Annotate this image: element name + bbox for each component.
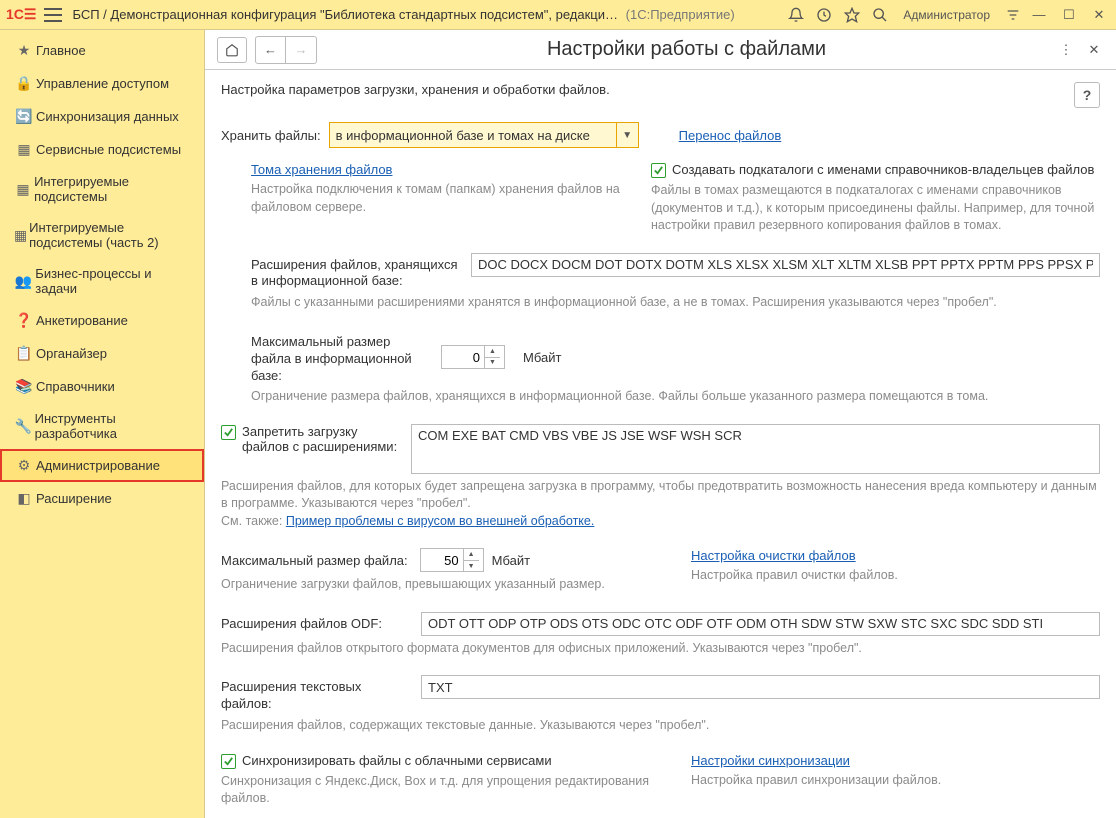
page-subtitle: Настройка параметров загрузки, хранения …	[221, 82, 610, 97]
titlebar: 1C☰ БСП / Демонстрационная конфигурация …	[0, 0, 1116, 30]
people-icon: 👥	[12, 273, 35, 290]
maxsize-ib-hint: Ограничение размера файлов, хранящихся в…	[221, 388, 1100, 406]
sync-settings-hint: Настройка правил синхронизации файлов.	[691, 772, 1100, 790]
ext-input[interactable]	[471, 253, 1100, 277]
books-icon: 📚	[12, 378, 36, 395]
user-label[interactable]: Администратор	[903, 8, 990, 22]
spinner-up[interactable]: ▲	[485, 346, 500, 358]
deny-checkbox-label: Запретить загрузку файлов с расширениями…	[242, 424, 401, 454]
odf-hint: Расширения файлов открытого формата доку…	[221, 640, 1100, 658]
sidebar-item-sync[interactable]: 🔄Синхронизация данных	[0, 100, 204, 133]
store-combo-input[interactable]	[330, 128, 616, 143]
sidebar-item-survey[interactable]: ❓Анкетирование	[0, 304, 204, 337]
back-button[interactable]: ←	[256, 37, 286, 63]
sidebar-item-main[interactable]: ★Главное	[0, 34, 204, 67]
lock-icon: 🔒	[12, 75, 36, 92]
more-button[interactable]: ⋮	[1056, 40, 1076, 60]
sidebar: ★Главное 🔒Управление доступом 🔄Синхрониз…	[0, 30, 205, 818]
spinner-down[interactable]: ▼	[485, 358, 500, 369]
sidebar-item-access[interactable]: 🔒Управление доступом	[0, 67, 204, 100]
grid-icon: ▦	[12, 141, 36, 158]
cleanup-link[interactable]: Настройка очистки файлов	[691, 548, 856, 563]
ext-label: Расширения файлов, хранящихся в информац…	[251, 253, 461, 291]
logo-1c: 1C☰	[6, 6, 36, 23]
star-icon: ★	[12, 42, 36, 59]
content-area: ← → Настройки работы с файлами ⋮ ✕ Настр…	[205, 30, 1116, 818]
txt-label: Расширения текстовых файлов:	[221, 675, 411, 713]
sync-settings-link[interactable]: Настройки синхронизации	[691, 753, 850, 768]
cleanup-hint: Настройка правил очистки файлов.	[691, 567, 1100, 585]
sync-checkbox-label: Синхронизировать файлы с облачными серви…	[242, 753, 552, 768]
chevron-down-icon[interactable]: ▼	[616, 123, 638, 147]
nav-back-forward: ← →	[255, 36, 317, 64]
volumes-link[interactable]: Тома хранения файлов	[251, 162, 392, 177]
maxsize-input[interactable]	[421, 553, 463, 568]
maxsize-ib-spinner[interactable]: ▲▼	[441, 345, 505, 369]
home-button[interactable]	[217, 37, 247, 63]
page-title: Настройки работы с файлами	[325, 38, 1048, 61]
sidebar-item-integrated2[interactable]: ▦Интегрируемые подсистемы (часть 2)	[0, 212, 204, 258]
maxsize-spinner[interactable]: ▲▼	[420, 548, 484, 572]
sidebar-item-admin[interactable]: ⚙Администрирование	[0, 449, 204, 482]
gear-icon: ⚙	[12, 457, 36, 474]
virus-link[interactable]: Пример проблемы с вирусом во внешней обр…	[286, 514, 595, 528]
title-icons: Администратор	[787, 6, 1022, 24]
sidebar-item-extension[interactable]: ◧Расширение	[0, 482, 204, 515]
store-combo[interactable]: ▼	[329, 122, 639, 148]
list-icon: 📋	[12, 345, 36, 362]
close-panel-button[interactable]: ✕	[1084, 40, 1104, 60]
sidebar-item-integrated[interactable]: ▦Интегрируемые подсистемы	[0, 166, 204, 212]
bell-icon[interactable]	[787, 6, 805, 24]
odf-input[interactable]	[421, 612, 1100, 636]
help-button[interactable]: ?	[1074, 82, 1100, 108]
deny-input[interactable]	[411, 424, 1100, 474]
filter-icon[interactable]	[1004, 6, 1022, 24]
content-header: ← → Настройки работы с файлами ⋮ ✕	[205, 30, 1116, 70]
sidebar-item-refs[interactable]: 📚Справочники	[0, 370, 204, 403]
subfolders-checkbox[interactable]	[651, 163, 666, 178]
unit-label: Мбайт	[492, 553, 530, 568]
sidebar-item-organizer[interactable]: 📋Органайзер	[0, 337, 204, 370]
store-label: Хранить файлы:	[221, 128, 321, 143]
history-icon[interactable]	[815, 6, 833, 24]
deny-checkbox[interactable]	[221, 425, 236, 440]
subfolders-checkbox-label: Создавать подкаталоги с именами справочн…	[672, 162, 1094, 177]
panel-icon: ◧	[12, 490, 36, 507]
subfolders-hint: Файлы в томах размещаются в подкаталогах…	[651, 182, 1100, 235]
sidebar-item-service[interactable]: ▦Сервисные подсистемы	[0, 133, 204, 166]
grid-icon: ▦	[12, 227, 29, 244]
transfer-link[interactable]: Перенос файлов	[679, 128, 782, 143]
menu-button[interactable]	[44, 8, 62, 22]
forward-button[interactable]: →	[286, 37, 316, 63]
close-window-button[interactable]: ✕	[1088, 4, 1110, 26]
app-title: БСП / Демонстрационная конфигурация "Биб…	[72, 7, 779, 22]
maxsize-ib-input[interactable]	[442, 350, 484, 365]
grid-icon: ▦	[12, 181, 34, 198]
sync-hint: Синхронизация с Яндекс.Диск, Box и т.д. …	[221, 773, 651, 808]
search-icon[interactable]	[871, 6, 889, 24]
question-icon: ❓	[12, 312, 36, 329]
spinner-up[interactable]: ▲	[464, 549, 479, 561]
content-body: Настройка параметров загрузки, хранения …	[205, 70, 1116, 818]
star-icon[interactable]	[843, 6, 861, 24]
ext-hint: Файлы с указанными расширениями хранятся…	[221, 294, 1100, 312]
maxsize-label: Максимальный размер файла:	[221, 553, 408, 568]
maximize-button[interactable]: ☐	[1058, 4, 1080, 26]
sync-checkbox[interactable]	[221, 754, 236, 769]
maxsize-ib-label: Максимальный размер файла в информационн…	[251, 330, 431, 385]
sidebar-item-business[interactable]: 👥Бизнес-процессы и задачи	[0, 258, 204, 304]
txt-input[interactable]	[421, 675, 1100, 699]
txt-hint: Расширения файлов, содержащих текстовые …	[221, 717, 1100, 735]
odf-label: Расширения файлов ODF:	[221, 612, 411, 633]
volumes-hint: Настройка подключения к томам (папкам) х…	[251, 181, 621, 216]
window-controls: — ☐ ✕	[1028, 4, 1110, 26]
minimize-button[interactable]: —	[1028, 4, 1050, 26]
deny-hint: Расширения файлов, для которых будет зап…	[221, 478, 1100, 531]
sync-icon: 🔄	[12, 108, 36, 125]
unit-label: Мбайт	[523, 350, 561, 365]
maxsize-hint: Ограничение загрузки файлов, превышающих…	[221, 576, 651, 594]
spinner-down[interactable]: ▼	[464, 561, 479, 572]
wrench-icon: 🔧	[12, 418, 35, 435]
sidebar-item-devtools[interactable]: 🔧Инструменты разработчика	[0, 403, 204, 449]
